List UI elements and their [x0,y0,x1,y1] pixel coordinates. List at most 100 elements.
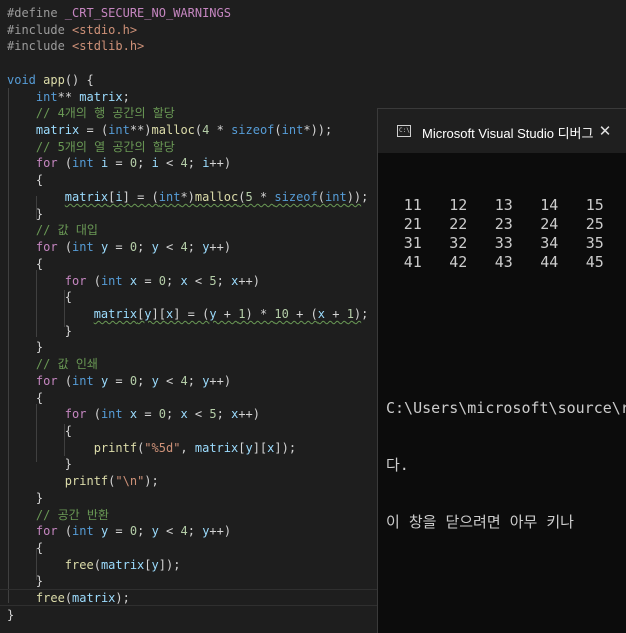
code-token: ][ [252,440,268,455]
code-token: 4 [180,156,188,171]
code-token: ( [57,524,73,539]
code-token: 0 [158,273,167,288]
code-token: ( [57,240,73,255]
code-token: = [137,273,159,288]
code-token: x [129,273,138,288]
code-token: x [180,407,188,422]
code-token: 10 [274,306,289,321]
code-token: int [72,240,94,255]
code-token: ; [137,240,152,255]
close-button[interactable]: ✕ [594,121,616,143]
code-token: void [7,72,36,87]
code-token: *) [180,189,195,204]
code-token: ); [115,591,130,606]
debug-console-window[interactable]: C:\ Microsoft Visual Studio 디버그 ✕ 11 12 13… [377,108,626,633]
code-token: y [151,373,159,388]
code-token: printf [93,440,138,455]
code-token: ++) [238,407,260,422]
code-token: ( [93,557,101,572]
code-token: () { [64,72,94,87]
code-line: #include <stdlib.h> [7,38,144,55]
code-line: for (int y = 0; y < 4; y++) [7,239,231,256]
code-line: matrix = (int**)malloc(4 * sizeof(int*))… [7,122,332,139]
code-token: _CRT_SECURE_NO_WARNINGS [64,6,231,20]
code-token: = [108,156,130,171]
code-token: { [7,173,44,188]
code-token: **) [129,123,152,138]
code-token: ( [317,189,325,204]
code-token: int [72,373,94,388]
code-token: #include [7,22,73,37]
code-token: } [7,457,73,472]
code-token: 4 [180,373,188,388]
code-token: malloc [194,189,239,204]
code-token: matrix [93,306,138,321]
code-token: ][ [151,306,166,321]
output-cell: 22 [449,215,468,233]
code-line: } [7,206,43,223]
code-token: } [7,206,44,221]
output-cell: 13 [494,196,513,214]
code-token: ( [64,591,73,606]
code-token: ) * [245,306,275,321]
code-line: printf("%5d", matrix[y][x]); [7,440,296,457]
code-token: } [7,340,44,355]
code-token: malloc [151,123,195,138]
code-line: free(matrix); [7,590,130,607]
code-token: ( [274,123,282,138]
code-token: sizeof [231,123,275,138]
code-token: x [129,407,138,422]
console-line-3: 이 창을 닫으려면 아무 키나 [386,513,574,531]
code-token: free [35,591,65,606]
code-token: y [151,557,159,572]
console-titlebar[interactable]: C:\ Microsoft Visual Studio 디버그 ✕ [378,109,626,153]
code-line: #define _CRT_SECURE_NO_WARNINGS [7,5,231,22]
code-token: int [281,123,304,138]
code-token: ; [187,156,203,171]
code-token: matrix [194,440,239,455]
code-token: ; [187,240,203,255]
code-token: { [7,390,44,405]
code-token: ; [361,189,369,204]
console-line-2: 다. [386,456,409,474]
code-token: for [35,524,58,539]
code-line: } [7,573,43,590]
code-token: matrix [100,557,145,572]
code-line: printf("\n"); [7,473,159,490]
code-token: free [64,557,94,572]
code-token: int [108,123,130,138]
code-line: { [7,423,72,440]
output-cell: 32 [449,234,468,252]
code-token: x [180,273,188,288]
code-line: for (int y = 0; y < 4; y++) [7,373,231,390]
code-token: 1 [238,306,246,321]
code-token: } [7,323,73,338]
code-token: y [144,306,152,321]
code-token: matrix [79,89,123,104]
output-cell: 23 [494,215,513,233]
code-token: y [209,306,217,321]
code-token: < [158,240,181,255]
code-token: 4 [180,524,188,539]
code-token: y [245,440,253,455]
code-token: = [108,524,130,539]
output-cell: 34 [540,234,559,252]
code-token: , [180,440,195,455]
code-token: int [72,524,94,539]
code-token: ; [137,156,152,171]
output-cell: 42 [449,253,468,271]
code-token: ; [166,407,181,422]
code-token: [ [144,557,152,572]
code-token: ; [137,373,152,388]
code-token: ; [166,273,181,288]
